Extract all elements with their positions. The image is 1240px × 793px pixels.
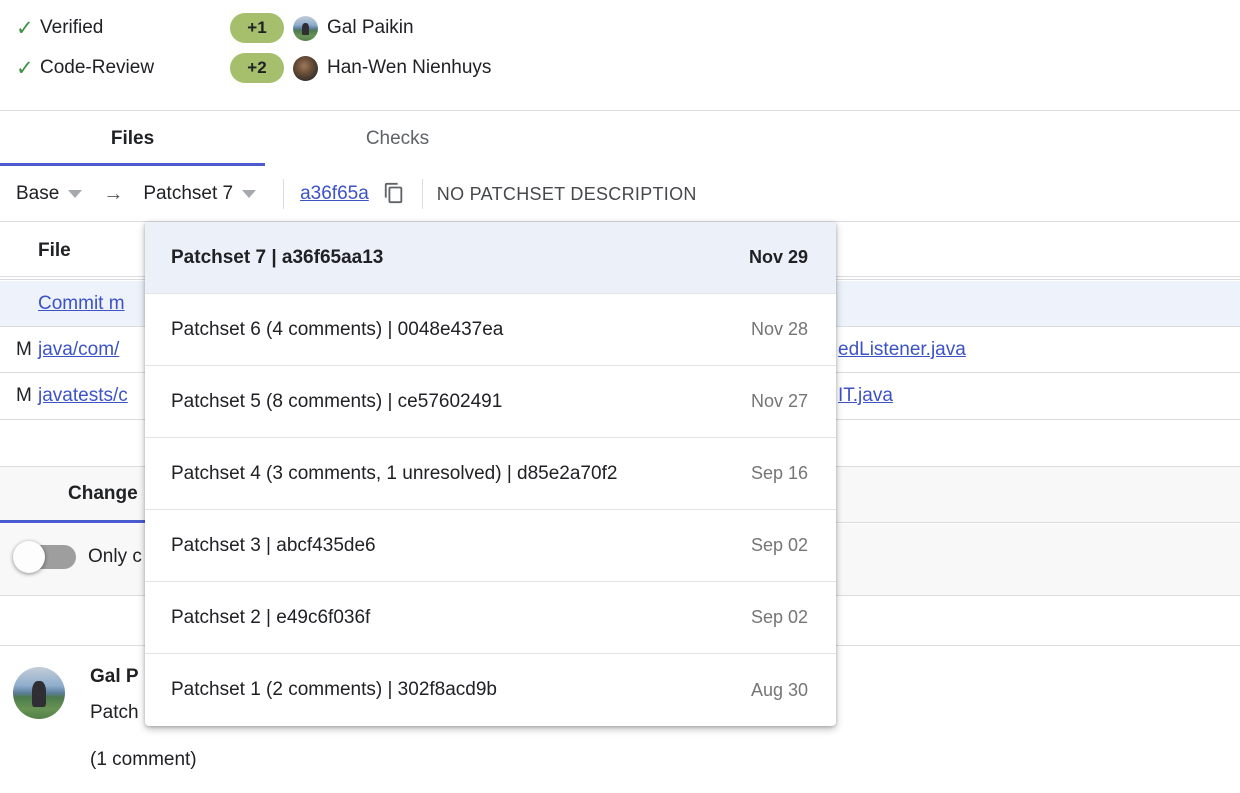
patchset-option[interactable]: Patchset 7 | a36f65aa13 Nov 29 <box>145 222 836 294</box>
chevron-down-icon[interactable] <box>242 190 256 198</box>
patchset-option[interactable]: Patchset 6 (4 comments) | 0048e437ea Nov… <box>145 294 836 366</box>
file-link-tail[interactable]: edListener.java <box>838 339 966 361</box>
check-icon: ✓ <box>16 18 40 39</box>
patchset-option[interactable]: Patchset 5 (8 comments) | ce57602491 Nov… <box>145 366 836 438</box>
copy-icon[interactable] <box>382 182 406 206</box>
chevron-down-icon[interactable] <box>68 190 82 198</box>
patchset-option-label: Patchset 5 (8 comments) | ce57602491 <box>171 391 502 413</box>
label-row-verified: ✓ Verified +1 Gal Paikin <box>0 8 1240 48</box>
patchset-option-date: Nov 28 <box>751 319 808 340</box>
commit-sha-link[interactable]: a36f65a <box>300 183 369 205</box>
avatar[interactable] <box>293 16 318 41</box>
patchset-option-label: Patchset 3 | abcf435de6 <box>171 535 376 557</box>
patchset-selector[interactable]: Patchset 7 <box>143 183 233 205</box>
vertical-divider <box>283 179 284 209</box>
commit-message-link[interactable]: Commit m <box>38 293 125 315</box>
arrow-right-icon: → <box>103 183 123 206</box>
reviewer-name[interactable]: Han-Wen Nienhuys <box>327 57 491 79</box>
labels-section: ✓ Verified +1 Gal Paikin ✓ Code-Review +… <box>0 8 1240 88</box>
comment-count: (1 comment) <box>90 749 197 771</box>
patchset-option-label: Patchset 7 | a36f65aa13 <box>171 247 383 269</box>
patchset-option[interactable]: Patchset 2 | e49c6f036f Sep 02 <box>145 582 836 654</box>
tab-change-log[interactable]: Change <box>68 467 138 520</box>
patchset-option-label: Patchset 6 (4 comments) | 0048e437ea <box>171 319 503 341</box>
patchset-option-date: Nov 27 <box>751 391 808 412</box>
comment-author[interactable]: Gal P <box>90 666 139 688</box>
file-column-header: File <box>38 240 71 262</box>
comment-message: Patch <box>90 702 139 724</box>
avatar[interactable] <box>293 56 318 81</box>
patchset-bar: Base → Patchset 7 a36f65a NO PATCHSET DE… <box>0 167 1240 222</box>
only-comments-toggle[interactable] <box>13 541 77 573</box>
file-status: M <box>16 339 38 361</box>
file-link[interactable]: java/com/ <box>38 339 119 361</box>
base-selector[interactable]: Base <box>16 183 59 205</box>
tab-files[interactable]: Files <box>0 111 265 166</box>
label-name: Verified <box>40 17 230 39</box>
patchset-option-date: Sep 16 <box>751 463 808 484</box>
patchset-option-date: Nov 29 <box>749 247 808 268</box>
patchset-option-label: Patchset 2 | e49c6f036f <box>171 607 370 629</box>
patchset-option-date: Sep 02 <box>751 607 808 628</box>
toggle-label: Only c <box>88 546 142 568</box>
patchset-option-date: Sep 02 <box>751 535 808 556</box>
active-tab-underline <box>0 163 265 166</box>
check-icon: ✓ <box>16 58 40 79</box>
patchset-dropdown: Patchset 7 | a36f65aa13 Nov 29 Patchset … <box>145 222 836 726</box>
vertical-divider <box>422 179 423 209</box>
gerrit-change-page: ✓ Verified +1 Gal Paikin ✓ Code-Review +… <box>0 0 1240 793</box>
patchset-description: NO PATCHSET DESCRIPTION <box>437 184 697 205</box>
patchset-option-label: Patchset 1 (2 comments) | 302f8acd9b <box>171 679 497 701</box>
file-status: M <box>16 385 38 407</box>
file-link-tail[interactable]: IT.java <box>838 385 893 407</box>
label-row-code-review: ✓ Code-Review +2 Han-Wen Nienhuys <box>0 48 1240 88</box>
patchset-option-label: Patchset 4 (3 comments, 1 unresolved) | … <box>171 463 617 485</box>
tab-checks[interactable]: Checks <box>265 111 530 166</box>
patchset-option[interactable]: Patchset 1 (2 comments) | 302f8acd9b Aug… <box>145 654 836 726</box>
label-name: Code-Review <box>40 57 230 79</box>
avatar[interactable] <box>13 667 65 719</box>
file-link[interactable]: javatests/c <box>38 385 128 407</box>
patchset-option[interactable]: Patchset 3 | abcf435de6 Sep 02 <box>145 510 836 582</box>
file-section-tabs: Files Checks <box>0 111 1240 166</box>
vote-badge[interactable]: +1 <box>230 13 284 43</box>
patchset-option[interactable]: Patchset 4 (3 comments, 1 unresolved) | … <box>145 438 836 510</box>
toggle-knob[interactable] <box>13 541 45 573</box>
reviewer-name[interactable]: Gal Paikin <box>327 17 414 39</box>
patchset-option-date: Aug 30 <box>751 680 808 701</box>
vote-badge[interactable]: +2 <box>230 53 284 83</box>
